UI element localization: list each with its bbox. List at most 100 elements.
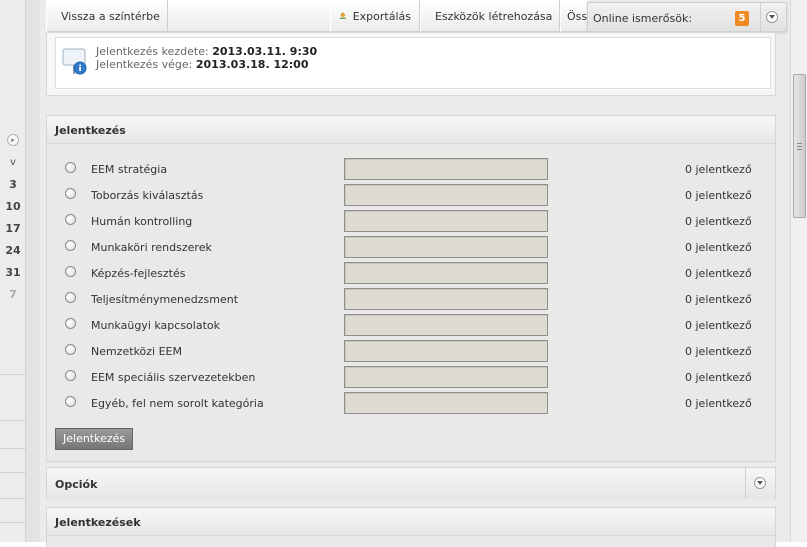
calendar-day[interactable]: 3 (0, 178, 26, 191)
signups-panel-title: Jelentkezések (55, 516, 141, 529)
category-row[interactable]: Képzés-fejlesztés 0 jelentkező (47, 260, 777, 286)
category-radio[interactable] (65, 344, 76, 355)
category-progress-bar (344, 184, 548, 206)
category-progress-bar (344, 210, 548, 232)
calendar-next-icon[interactable]: ▸ (7, 134, 19, 146)
divider (0, 448, 26, 449)
online-friends-panel[interactable]: Online ismerősök: 5 (587, 2, 787, 32)
category-progress-bar (344, 314, 548, 336)
back-label: Vissza a színtérbe (61, 9, 160, 23)
calendar-day[interactable]: 7 (0, 288, 26, 301)
export-button[interactable]: Exportálás (330, 0, 420, 32)
category-progress-bar (344, 340, 548, 362)
category-name: Teljesítménymenedzsment (91, 293, 239, 306)
category-row[interactable]: Munkaügyi kapcsolatok 0 jelentkező (47, 312, 777, 338)
category-row[interactable]: Egyéb, fel nem sorolt kategória 0 jelentk… (47, 390, 777, 416)
category-progress-bar (344, 158, 548, 180)
category-row[interactable]: Teljesítménymenedzsment 0 jelentkező (47, 286, 777, 312)
divider (0, 522, 26, 523)
chevron-down-icon (754, 477, 766, 489)
category-count: 0 jelentkező (685, 345, 752, 358)
signup-start-value: 2013.03.11. 9:30 (212, 45, 318, 58)
category-row[interactable]: Humán kontrolling 0 jelentkező (47, 208, 777, 234)
scrollbar[interactable] (790, 0, 807, 542)
calendar-day[interactable]: 24 (0, 244, 26, 257)
gutter (26, 0, 40, 542)
options-toggle[interactable] (745, 468, 775, 499)
signup-period-info: Jelentkezés kezdete: 2013.03.11. 9:30 Je… (46, 32, 776, 96)
category-count: 0 jelentkező (685, 371, 752, 384)
category-row[interactable]: EEM speciális szervezetekben 0 jelentkező (47, 364, 777, 390)
create-tools-label: Eszközök létrehozása (435, 9, 553, 23)
weekday-header: v (10, 157, 16, 168)
category-progress-bar (344, 366, 548, 388)
category-count: 0 jelentkező (685, 163, 752, 176)
calendar-day[interactable]: 17 (0, 222, 26, 235)
category-name: Munkaügyi kapcsolatok (91, 319, 220, 332)
toolbar: Vissza a színtérbe Exportálás Eszközök l… (46, 0, 588, 32)
category-radio[interactable] (65, 162, 76, 173)
category-progress-bar (344, 288, 548, 310)
options-panel-title: Opciók (55, 478, 98, 491)
signup-panel: Jelentkezés EEM stratégia 0 jelentkező Tob… (46, 115, 776, 462)
category-name: Nemzetközi EEM (91, 345, 182, 358)
divider (0, 420, 26, 421)
category-radio[interactable] (65, 396, 76, 407)
divider (0, 498, 26, 499)
category-name: EEM speciális szervezetekben (91, 371, 256, 384)
category-radio[interactable] (65, 240, 76, 251)
create-tools-button[interactable]: Eszközök létrehozása (420, 0, 560, 32)
signup-start-line: Jelentkezés kezdete: 2013.03.11. 9:30 (96, 45, 317, 58)
category-name: Munkaköri rendszerek (91, 241, 212, 254)
signup-start-label: Jelentkezés kezdete: (96, 45, 209, 58)
online-count-badge: 5 (735, 11, 749, 26)
options-panel: Opciók (46, 467, 776, 499)
calendar-day[interactable]: 10 (0, 200, 26, 213)
panel-header[interactable]: Jelentkezések (47, 508, 775, 536)
category-radio[interactable] (65, 188, 76, 199)
signup-panel-title: Jelentkezés (55, 124, 126, 137)
category-name: Toborzás kiválasztás (91, 189, 204, 202)
signup-end-value: 2013.03.18. 12:00 (195, 58, 309, 71)
category-radio[interactable] (65, 318, 76, 329)
panel-header: Jelentkezés (47, 116, 775, 144)
truncated-label: Öss (567, 9, 588, 23)
category-radio[interactable] (65, 292, 76, 303)
category-radio[interactable] (65, 370, 76, 381)
category-count: 0 jelentkező (685, 215, 752, 228)
category-row[interactable]: Toborzás kiválasztás 0 jelentkező (47, 182, 777, 208)
info-inner: Jelentkezés kezdete: 2013.03.11. 9:30 Je… (55, 37, 771, 89)
panel-header[interactable]: Opciók (47, 468, 775, 499)
export-label: Exportálás (352, 9, 411, 23)
category-radio[interactable] (65, 266, 76, 277)
divider (0, 374, 26, 375)
signup-end-label: Jelentkezés vége: (96, 58, 193, 71)
signups-panel: Jelentkezések (46, 507, 776, 547)
category-count: 0 jelentkező (685, 267, 752, 280)
back-to-scene-button[interactable]: Vissza a színtérbe (46, 0, 168, 32)
info-board-icon (62, 48, 87, 75)
calendar-day[interactable]: 31 (0, 266, 26, 279)
category-progress-bar (344, 392, 548, 414)
category-count: 0 jelentkező (685, 189, 752, 202)
signup-submit-button[interactable]: Jelentkezés (55, 428, 134, 450)
category-row[interactable]: EEM stratégia 0 jelentkező (47, 156, 777, 182)
category-name: EEM stratégia (91, 163, 168, 176)
signup-end-line: Jelentkezés vége: 2013.03.18. 12:00 (96, 58, 309, 71)
category-count: 0 jelentkező (685, 319, 752, 332)
chevron-down-icon[interactable] (766, 11, 778, 23)
scrollbar-thumb[interactable] (793, 74, 806, 218)
category-progress-bar (344, 236, 548, 258)
category-name: Képzés-fejlesztés (91, 267, 186, 280)
truncated-toolbar-button[interactable]: Öss (560, 0, 588, 32)
category-count: 0 jelentkező (685, 293, 752, 306)
category-row[interactable]: Munkaköri rendszerek 0 jelentkező (47, 234, 777, 260)
mini-calendar: ▸ v 3 10 17 24 31 7 (0, 0, 26, 542)
download-icon (339, 12, 346, 20)
category-count: 0 jelentkező (685, 397, 752, 410)
category-name: Egyéb, fel nem sorolt kategória (91, 397, 264, 410)
online-friends-label: Online ismerősök: (593, 12, 693, 25)
category-radio[interactable] (65, 214, 76, 225)
category-row[interactable]: Nemzetközi EEM 0 jelentkező (47, 338, 777, 364)
divider (760, 3, 761, 31)
